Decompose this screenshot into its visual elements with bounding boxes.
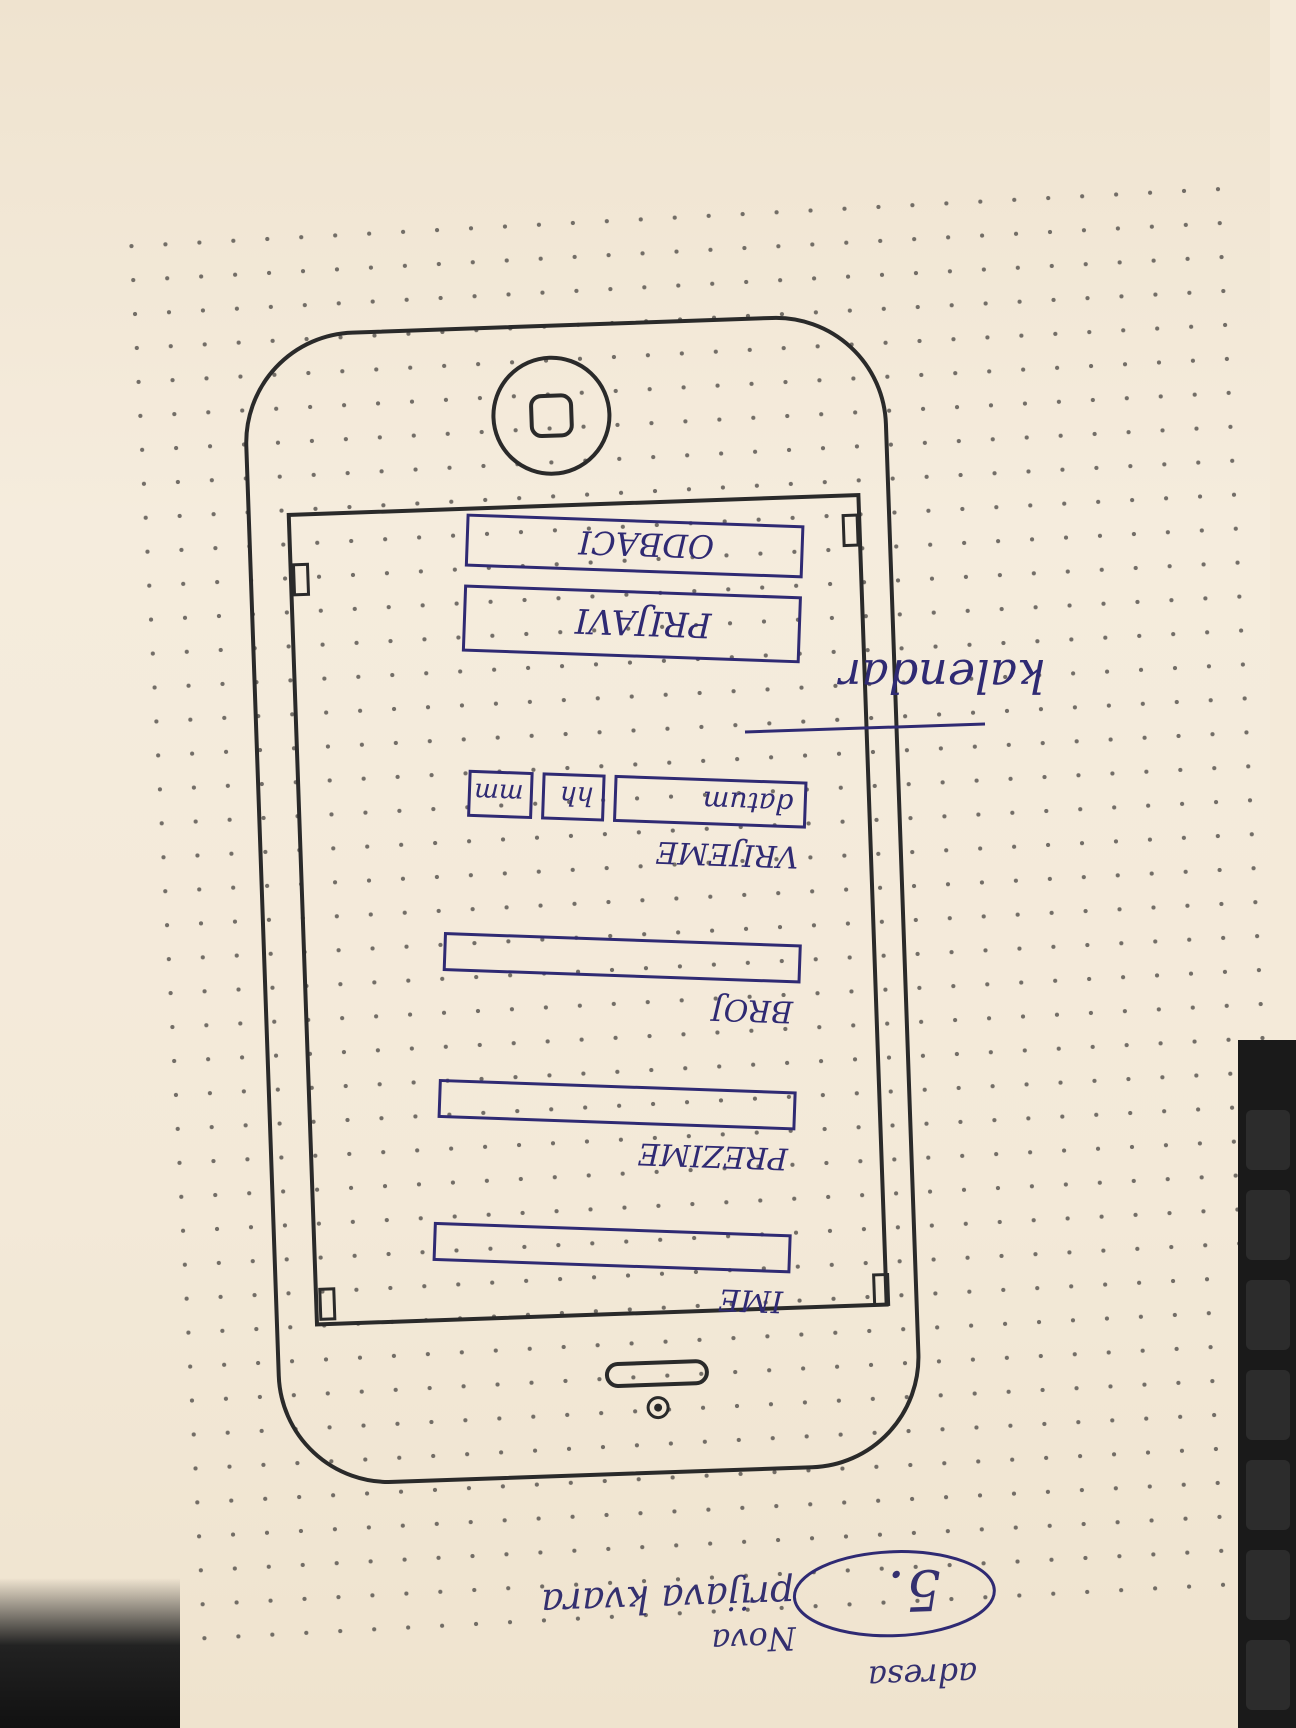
submit-button-label: PRIJAVI — [574, 600, 713, 645]
label-time: VRIJEME — [655, 834, 799, 874]
hours-box-text: hh — [559, 780, 594, 811]
minutes-box-text: mm — [474, 777, 524, 809]
phone-wireframe-drawing: IME PREZIME BROJ VRIJEME datum hh mm PRI… — [244, 315, 1045, 1697]
note-line-3: adresa — [867, 1655, 978, 1697]
speaker-slot — [604, 1359, 709, 1388]
number-field[interactable] — [442, 932, 802, 984]
annotation-calendar: kalendar — [836, 649, 1045, 703]
photo-of-paper-sketch: IME PREZIME BROJ VRIJEME datum hh mm PRI… — [0, 0, 1296, 1728]
note-line-1: prijava kvara — [540, 1572, 795, 1625]
note-number: 5. — [887, 1556, 943, 1623]
surname-field[interactable] — [437, 1078, 797, 1131]
date-field-text: datum — [702, 785, 794, 821]
label-surname: PREZIME — [637, 1135, 789, 1175]
label-number: BROJ — [709, 991, 794, 1029]
home-button — [491, 355, 612, 476]
label-name: IME — [718, 1281, 785, 1318]
phone-outline — [244, 315, 921, 1484]
note-line-2: Nova — [711, 1619, 798, 1660]
cancel-button-label: ODBACI — [577, 523, 715, 566]
name-field[interactable] — [432, 1221, 792, 1274]
